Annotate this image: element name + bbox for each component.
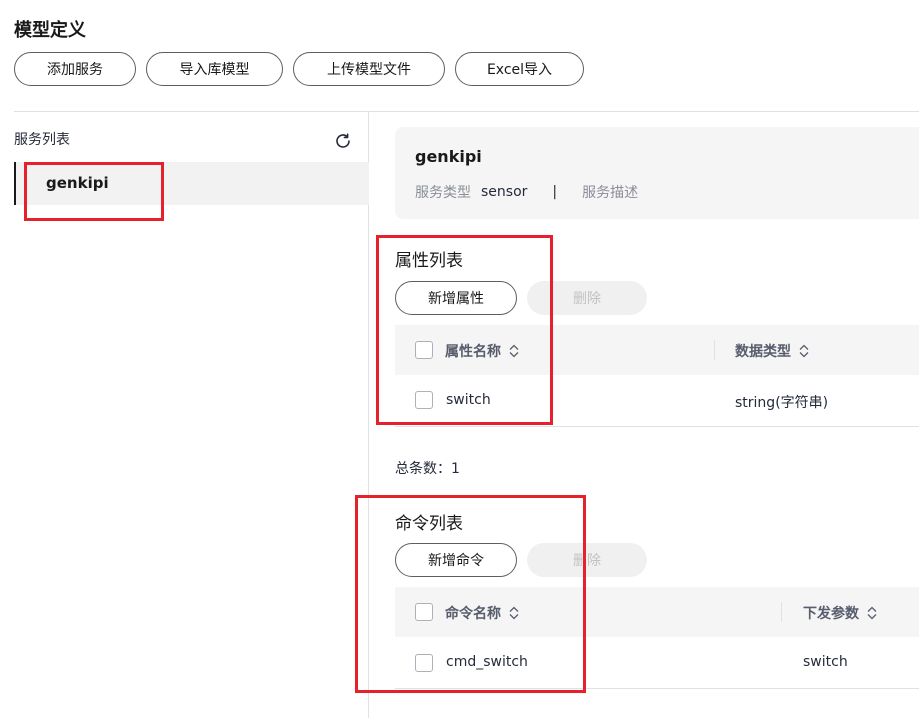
service-type-label: 服务类型: [415, 185, 471, 201]
service-item-label: genkipi: [46, 174, 109, 192]
column-separator: [714, 340, 715, 360]
meta-separator: |: [552, 184, 558, 200]
service-list-sidebar: 服务列表 genkipi: [14, 112, 369, 718]
properties-total-count: 总条数：1: [395, 461, 460, 477]
service-desc-label: 服务描述: [582, 185, 639, 201]
delete-command-button[interactable]: 删除: [527, 543, 647, 577]
toolbar: 添加服务 导入库模型 上传模型文件 Excel导入: [14, 52, 584, 86]
column-separator: [781, 602, 782, 622]
row-checkbox[interactable]: [415, 654, 433, 672]
add-command-button[interactable]: 新增命令: [395, 543, 517, 577]
column-header-property-name[interactable]: 属性名称: [445, 341, 521, 361]
select-all-properties-checkbox[interactable]: [415, 341, 433, 359]
table-row[interactable]: switch string(字符串): [395, 375, 919, 427]
commands-table-header: 命令名称 下发参数: [395, 587, 919, 637]
table-row[interactable]: cmd_switch switch: [395, 637, 919, 689]
refresh-icon[interactable]: [334, 132, 352, 150]
command-name-cell: cmd_switch: [446, 654, 528, 670]
add-property-button[interactable]: 新增属性: [395, 281, 517, 315]
page-title: 模型定义: [14, 20, 86, 41]
properties-section-title: 属性列表: [395, 251, 463, 271]
sort-icon[interactable]: [507, 605, 521, 621]
column-header-label: 命令名称: [445, 606, 501, 622]
command-param-cell: switch: [803, 654, 848, 670]
service-name: genkipi: [415, 147, 482, 166]
properties-table-header: 属性名称 数据类型: [395, 325, 919, 375]
service-type-value: sensor: [481, 184, 528, 200]
add-service-button[interactable]: 添加服务: [14, 52, 136, 86]
delete-property-button[interactable]: 删除: [527, 281, 647, 315]
upload-model-file-button[interactable]: 上传模型文件: [293, 52, 445, 86]
sort-icon[interactable]: [797, 343, 811, 359]
row-checkbox[interactable]: [415, 391, 433, 409]
column-header-label: 下发参数: [803, 606, 859, 622]
service-item-genkipi[interactable]: genkipi: [14, 162, 369, 205]
column-header-label: 数据类型: [735, 344, 791, 360]
select-all-commands-checkbox[interactable]: [415, 603, 433, 621]
column-header-command-name[interactable]: 命令名称: [445, 603, 521, 623]
excel-import-button[interactable]: Excel导入: [455, 52, 584, 86]
service-info-card: genkipi 服务类型 sensor | 服务描述: [395, 127, 919, 219]
property-type-cell: string(字符串): [735, 395, 829, 411]
service-list-header: 服务列表: [14, 132, 70, 148]
column-header-label: 属性名称: [445, 344, 501, 360]
sort-icon[interactable]: [865, 605, 879, 621]
property-name-cell: switch: [446, 392, 491, 408]
column-header-data-type[interactable]: 数据类型: [735, 341, 811, 361]
sort-icon[interactable]: [507, 343, 521, 359]
service-meta-row: 服务类型 sensor | 服务描述: [415, 182, 638, 202]
import-library-model-button[interactable]: 导入库模型: [146, 52, 283, 86]
commands-section-title: 命令列表: [395, 514, 463, 534]
column-header-parameters[interactable]: 下发参数: [803, 603, 879, 623]
